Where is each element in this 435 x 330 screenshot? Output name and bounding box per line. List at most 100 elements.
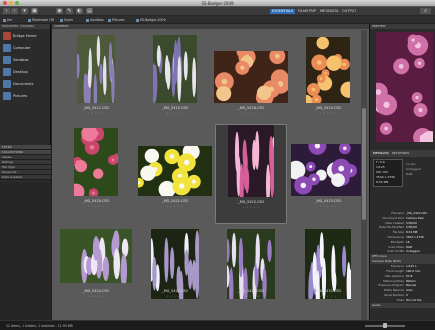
documents-folder-icon bbox=[3, 80, 11, 88]
content-scrollbar[interactable] bbox=[361, 30, 367, 320]
path-item-4[interactable]: Pictures bbox=[108, 18, 125, 22]
flower-center bbox=[261, 90, 267, 95]
rating-dots[interactable]: • • • • • bbox=[139, 294, 211, 298]
flower-center bbox=[415, 95, 419, 100]
flower-shape bbox=[103, 55, 107, 91]
thumbnail-filename: _MG_5428.CR2 bbox=[237, 289, 265, 293]
flower-shape bbox=[102, 256, 110, 281]
preview-image[interactable] bbox=[376, 32, 433, 142]
favorite-item-4[interactable]: Documents bbox=[3, 79, 47, 89]
tab-keywords[interactable]: KEYWORDS bbox=[392, 150, 409, 157]
flower-center bbox=[342, 62, 346, 67]
thumbnail-filename: _MG_5424.CR2 bbox=[82, 289, 110, 293]
reveal-in-finder-button[interactable]: ▣ bbox=[31, 8, 38, 14]
thumbnail-image bbox=[138, 146, 212, 196]
flower-shape bbox=[234, 131, 240, 173]
tab-preview[interactable]: PREVIEW bbox=[370, 24, 435, 29]
tab-favorites[interactable]: FAVORITES bbox=[2, 24, 18, 29]
flower-shape bbox=[238, 237, 244, 278]
thumbnail-item[interactable]: _MG_5415.CR2 • • • • • bbox=[139, 31, 211, 131]
thumbnail-item[interactable]: _MG_5420.CR2 • • • • • bbox=[60, 124, 132, 224]
recent-folders-button[interactable]: ▾ bbox=[21, 8, 28, 14]
rating-dots[interactable]: • • • • • bbox=[216, 205, 286, 209]
rating-dots[interactable]: • • • • • bbox=[139, 111, 211, 115]
favorite-item-1[interactable]: Computer bbox=[3, 43, 47, 53]
thumbnail-item[interactable]: _MG_5419.CR2 • • • • • bbox=[292, 31, 364, 131]
path-item-3[interactable]: Sandbox bbox=[86, 18, 104, 22]
thumbnail-filename: _MG_5427.CR2 bbox=[161, 289, 189, 293]
thumbnail-filename: _MG_5415.CR2 bbox=[161, 106, 189, 110]
open-in-camera-raw-button[interactable]: ◐ bbox=[76, 8, 83, 14]
rating-dots[interactable]: • • • • • bbox=[139, 204, 211, 208]
thumbnail-filename: _MG_5416.CR2 bbox=[237, 106, 265, 110]
rating-dots[interactable]: • • • • • bbox=[60, 294, 132, 298]
tab-metadata[interactable]: METADATA bbox=[373, 150, 389, 157]
flower-photo bbox=[228, 125, 274, 197]
workspace-tab-1[interactable]: FILMSTRIP bbox=[296, 9, 318, 14]
flower-center bbox=[149, 153, 155, 159]
thumbnail-item[interactable]: _MG_5423.CR2 • • • • • bbox=[291, 124, 365, 224]
output-button[interactable]: ▤ bbox=[86, 8, 93, 14]
rating-dots[interactable]: • • • • • bbox=[215, 111, 287, 115]
flower-shape bbox=[191, 259, 197, 291]
thumbnail-filename: _MG_5420.CR2 bbox=[82, 199, 110, 203]
search-field[interactable]: ⌕ bbox=[420, 8, 431, 14]
thumbnail-item[interactable]: _MG_5421.CR2 • • • • • bbox=[138, 124, 212, 224]
flower-center bbox=[169, 154, 175, 159]
rating-dots[interactable]: • • • • • bbox=[292, 294, 364, 298]
thumbnail-item[interactable]: _MG_5416.CR2 • • • • • bbox=[214, 31, 288, 131]
path-item-1[interactable]: Macintosh HD bbox=[28, 18, 54, 22]
get-photos-button[interactable]: ◉ bbox=[56, 8, 63, 14]
flower-photo bbox=[214, 51, 288, 103]
metadata-value: Did not fire bbox=[406, 297, 422, 302]
flower-center bbox=[188, 149, 194, 155]
workspace-tab-3[interactable]: OUTPUT bbox=[340, 9, 358, 14]
rating-dots[interactable]: • • • • • bbox=[60, 204, 132, 208]
rating-dots[interactable]: • • • • • bbox=[292, 204, 364, 208]
refine-button[interactable]: ✎ bbox=[66, 8, 73, 14]
flower-center bbox=[315, 98, 319, 102]
thumbnail-image bbox=[291, 144, 365, 196]
path-item-5[interactable]: SS-Badger-2009 bbox=[136, 18, 166, 22]
flower-photo bbox=[77, 35, 115, 103]
thumbnail-item[interactable]: _MG_5432.CR2 • • • • • bbox=[292, 229, 364, 329]
tab-folders[interactable]: FOLDERS bbox=[20, 24, 34, 29]
bridge-home-icon bbox=[3, 32, 11, 40]
flower-center bbox=[324, 72, 327, 75]
flower-center bbox=[338, 165, 345, 172]
computer-icon bbox=[3, 44, 11, 52]
favorite-item-2[interactable]: Sandbox bbox=[3, 55, 47, 65]
status-bar: 12 items, 1 hidden, 1 selected - 11.95 M… bbox=[0, 320, 435, 330]
thumbnail-item[interactable]: _MG_5424.CR2 • • • • • bbox=[60, 229, 132, 329]
audio-section[interactable]: Audio bbox=[370, 302, 435, 308]
flower-shape bbox=[242, 139, 247, 168]
favorite-label: Computer bbox=[13, 46, 31, 50]
back-button[interactable]: ‹ bbox=[3, 8, 10, 14]
right-panel: PREVIEW METADATA KEYWORDS f / 5.6 1/125 … bbox=[369, 24, 435, 320]
thumbnail-item[interactable]: _MG_5427.CR2 • • • • • bbox=[139, 229, 211, 329]
rating-dots[interactable]: • • • • • bbox=[60, 111, 132, 115]
camera-info-right: 72 ppi Untagged RGB bbox=[406, 162, 432, 177]
flower-center bbox=[319, 77, 323, 80]
thumbnail-size-slider-thumb[interactable] bbox=[383, 323, 387, 328]
workspace-tab-0[interactable]: ESSENTIALS bbox=[270, 9, 296, 14]
flower-center bbox=[309, 165, 313, 169]
path-item-0[interactable]: Jim bbox=[3, 18, 12, 22]
favorite-item-0[interactable]: Bridge Home bbox=[3, 31, 47, 41]
forward-button[interactable]: › bbox=[11, 8, 18, 14]
thumbnail-item[interactable]: _MG_5422.CR2 • • • • • bbox=[215, 124, 287, 224]
rating-dots[interactable]: • • • • • bbox=[292, 111, 364, 115]
content-tab[interactable]: CONTENT bbox=[52, 24, 369, 29]
thumbnail-item[interactable]: _MG_5411.CR2 • • • • • bbox=[60, 31, 132, 131]
thumbnail-item[interactable]: _MG_5428.CR2 • • • • • bbox=[215, 229, 287, 329]
path-item-2[interactable]: Users bbox=[60, 18, 73, 22]
window-titlebar: SS-Badger-2009 bbox=[0, 0, 435, 7]
favorite-item-5[interactable]: Pictures bbox=[3, 91, 47, 101]
workspace-tab-2[interactable]: METADATA bbox=[318, 9, 341, 14]
metadata-value: Untagged bbox=[406, 249, 420, 254]
rating-dots[interactable]: • • • • • bbox=[215, 294, 287, 298]
scrollbar-thumb[interactable] bbox=[362, 108, 366, 220]
filter-row-6[interactable]: Date Created bbox=[0, 175, 51, 180]
favorite-item-3[interactable]: Desktop bbox=[3, 67, 47, 77]
flower-shape bbox=[92, 236, 100, 261]
